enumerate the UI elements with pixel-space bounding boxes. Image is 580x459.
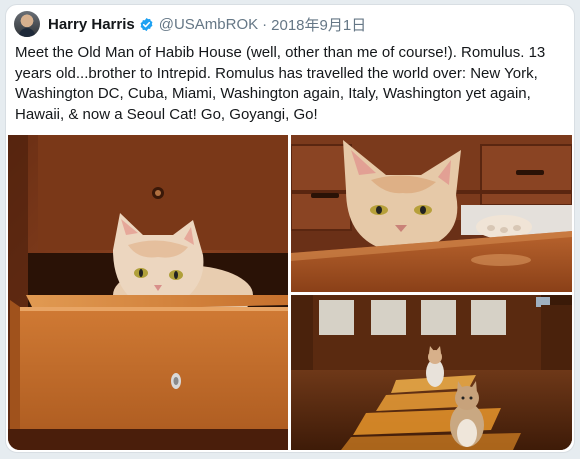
photo-cats-on-floor[interactable]	[291, 295, 572, 450]
tweet-text: Meet the Old Man of Habib House (well, o…	[15, 44, 546, 123]
photo-cat-at-table[interactable]	[291, 135, 572, 292]
author-name[interactable]: Harry Harris	[48, 16, 135, 33]
tweet-card[interactable]: Harry Harris @USAmbROK · 2018年9月1日 Meet …	[5, 4, 575, 453]
separator-dot: ·	[262, 15, 268, 33]
tweet-media-grid	[8, 135, 572, 450]
author-avatar[interactable]	[14, 11, 40, 37]
photo-cat-in-drawer[interactable]	[8, 135, 288, 450]
author-handle[interactable]: @USAmbROK	[159, 16, 258, 33]
verified-badge-icon	[140, 17, 153, 31]
tweet-header: Harry Harris @USAmbROK · 2018年9月1日	[14, 11, 366, 37]
tweet-date[interactable]: 2018年9月1日	[271, 14, 366, 35]
